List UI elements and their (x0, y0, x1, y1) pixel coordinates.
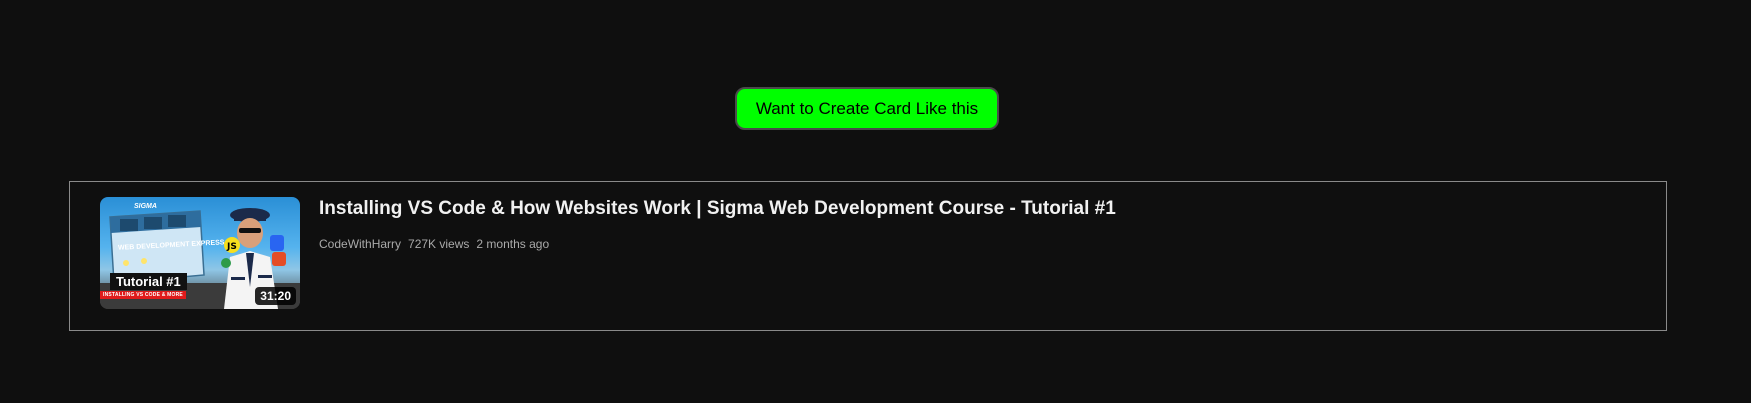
view-count: 727K views (408, 237, 470, 251)
duration-badge: 31:20 (255, 287, 296, 305)
channel-name[interactable]: CodeWithHarry (319, 237, 401, 251)
thumbnail-brand-text: SIGMA (134, 203, 157, 210)
video-thumbnail[interactable]: JS SIGMA WEB DEVELOPMENT EXPRESS Tutoria… (100, 197, 300, 309)
thumbnail-series-label: Tutorial #1 (110, 273, 187, 290)
video-meta: CodeWithHarry 727K views 2 months ago (319, 237, 549, 251)
upload-age: 2 months ago (476, 237, 550, 251)
svg-text:JS: JS (226, 242, 237, 252)
video-title[interactable]: Installing VS Code & How Websites Work |… (319, 198, 1116, 220)
thumbnail-sub-label: INSTALLING VS CODE & MORE (100, 291, 186, 299)
create-card-button[interactable]: Want to Create Card Like this (735, 87, 999, 130)
video-card[interactable]: JS SIGMA WEB DEVELOPMENT EXPRESS Tutoria… (69, 181, 1667, 331)
